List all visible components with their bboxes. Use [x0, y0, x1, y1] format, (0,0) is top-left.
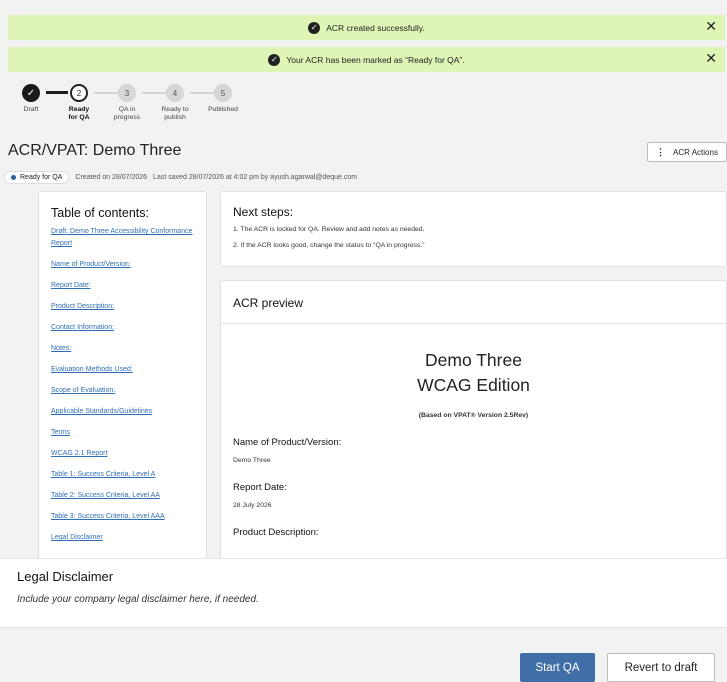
step-label: Published	[208, 106, 238, 113]
more-vertical-icon: ⋮	[656, 146, 666, 157]
check-circle-icon: ✓	[268, 53, 281, 66]
status-badge-text: Ready for QA	[20, 173, 63, 181]
toc-link[interactable]: Evaluation Methods Used:	[51, 364, 194, 376]
preview-section-value: 28 July 2026	[233, 502, 272, 509]
step-number: 4	[166, 84, 184, 102]
last-saved: Last saved 28/07/2026 at 4:02 pm by ayus…	[153, 173, 358, 181]
toc-link[interactable]: Table 2: Success Criteria, Level AA	[51, 490, 194, 502]
toc-link[interactable]: Applicable Standards/Guidelines	[51, 406, 194, 418]
created-date: Created on 28/07/2026	[75, 173, 148, 181]
next-step-item: 2. If the ACR looks good, change the sta…	[233, 242, 425, 249]
preview-doc-title: Demo Three WCAG Edition	[221, 348, 726, 398]
step-label: Draft	[23, 106, 39, 113]
step-number: 2	[70, 84, 88, 102]
start-qa-button[interactable]: Start QA	[520, 653, 595, 682]
toc-link[interactable]: Report Date:	[51, 280, 194, 292]
step-published: 5 Published	[198, 84, 248, 114]
toc-link[interactable]: WCAG 2.1 Report	[51, 448, 194, 460]
toc-link[interactable]: Scope of Evaluation:	[51, 385, 194, 397]
toc-link[interactable]: Name of Product/Version:	[51, 259, 194, 271]
toc-link[interactable]: Draft: Demo Three Accessibility Conforma…	[51, 226, 194, 250]
legal-disclaimer-panel: Legal Disclaimer Include your company le…	[0, 558, 727, 628]
toc-link[interactable]: Table 3: Success Criteria, Level AAA	[51, 511, 194, 523]
page-title: ACR/VPAT: Demo Three	[8, 142, 182, 159]
preview-section-heading: Name of Product/Version:	[233, 437, 342, 448]
step-ready-to-publish: 4 Ready to publish	[150, 84, 200, 122]
preview-section-heading: Report Date:	[233, 482, 287, 493]
acr-actions-button[interactable]: ⋮ ACR Actions	[647, 142, 727, 162]
acr-meta: Ready for QA Created on 28/07/2026 Last …	[4, 170, 363, 184]
preview-doc-title-line: Demo Three	[425, 350, 522, 370]
step-qa-in-progress: 3 QA in progress	[102, 84, 152, 122]
preview-section: Product Description:	[221, 527, 726, 538]
alert-text: Your ACR has been marked as “Ready for Q…	[286, 54, 465, 65]
alert-text: ACR created successfully.	[326, 22, 425, 33]
check-icon: ✓	[22, 84, 40, 102]
preview-section: Report Date: 28 July 2026	[221, 482, 726, 509]
step-label: Ready for QA	[68, 106, 90, 121]
check-circle-icon: ✓	[308, 21, 321, 34]
step-draft: ✓ Draft	[6, 84, 56, 114]
status-badge: Ready for QA	[4, 170, 70, 184]
step-ready-for-qa: 2 Ready for QA	[54, 84, 104, 122]
acr-preview-card[interactable]: ACR preview Demo Three WCAG Edition (Bas…	[220, 280, 727, 570]
legal-disclaimer-heading: Legal Disclaimer	[17, 569, 114, 584]
toc-heading: Table of contents:	[51, 206, 149, 220]
acr-actions-label: ACR Actions	[673, 147, 718, 157]
toc-link[interactable]: Terms	[51, 427, 194, 439]
close-icon[interactable]: ✕	[705, 51, 717, 67]
close-icon[interactable]: ✕	[705, 19, 717, 35]
status-dot-icon	[11, 174, 16, 180]
acr-preview-heading: ACR preview	[221, 281, 726, 324]
preview-doc-title-line: WCAG Edition	[417, 375, 530, 395]
next-steps-card: Next steps: 1. The ACR is locked for QA.…	[220, 191, 727, 267]
success-alert-ready-for-qa: ✓ Your ACR has been marked as “Ready for…	[8, 47, 725, 72]
next-step-item: 1. The ACR is locked for QA. Review and …	[233, 226, 425, 233]
table-of-contents: Table of contents: Draft: Demo Three Acc…	[38, 191, 207, 559]
preview-section-value: Demo Three	[233, 457, 271, 464]
preview-based-on: (Based on VPAT® Version 2.5Rev)	[418, 412, 529, 419]
toc-link[interactable]: Contact Information:	[51, 322, 194, 334]
revert-to-draft-button[interactable]: Revert to draft	[607, 653, 715, 682]
toc-link[interactable]: Table 1: Success Criteria, Level A	[51, 469, 194, 481]
legal-disclaimer-text: Include your company legal disclaimer he…	[17, 594, 259, 605]
preview-section: Name of Product/Version: Demo Three	[221, 437, 726, 464]
step-label: QA in progress	[113, 106, 141, 121]
step-label: Ready to publish	[161, 106, 189, 121]
toc-link[interactable]: Legal Disclaimer	[51, 532, 194, 544]
step-number: 5	[214, 84, 232, 102]
next-steps-heading: Next steps:	[233, 205, 294, 219]
status-stepper: ✓ Draft 2 Ready for QA 3 QA in progress …	[14, 84, 274, 124]
step-number: 3	[118, 84, 136, 102]
toc-link[interactable]: Product Description:	[51, 301, 194, 313]
preview-section-heading: Product Description:	[233, 527, 319, 538]
toc-link[interactable]: Notes:	[51, 343, 194, 355]
success-alert-created: ✓ ACR created successfully. ✕	[8, 15, 725, 40]
